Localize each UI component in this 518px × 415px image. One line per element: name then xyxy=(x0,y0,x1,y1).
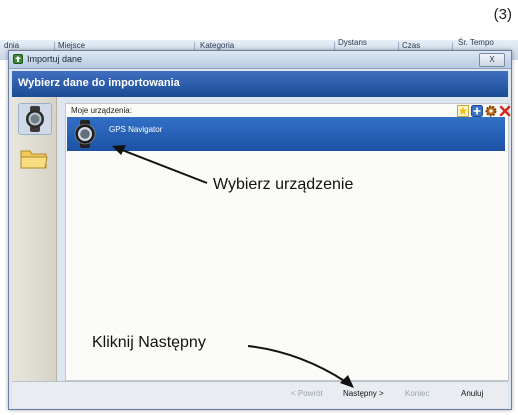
annotation-arrows xyxy=(112,145,354,388)
arrow-to-next-button xyxy=(247,345,347,383)
arrow-to-device xyxy=(121,149,208,184)
arrowhead-next xyxy=(340,375,354,388)
